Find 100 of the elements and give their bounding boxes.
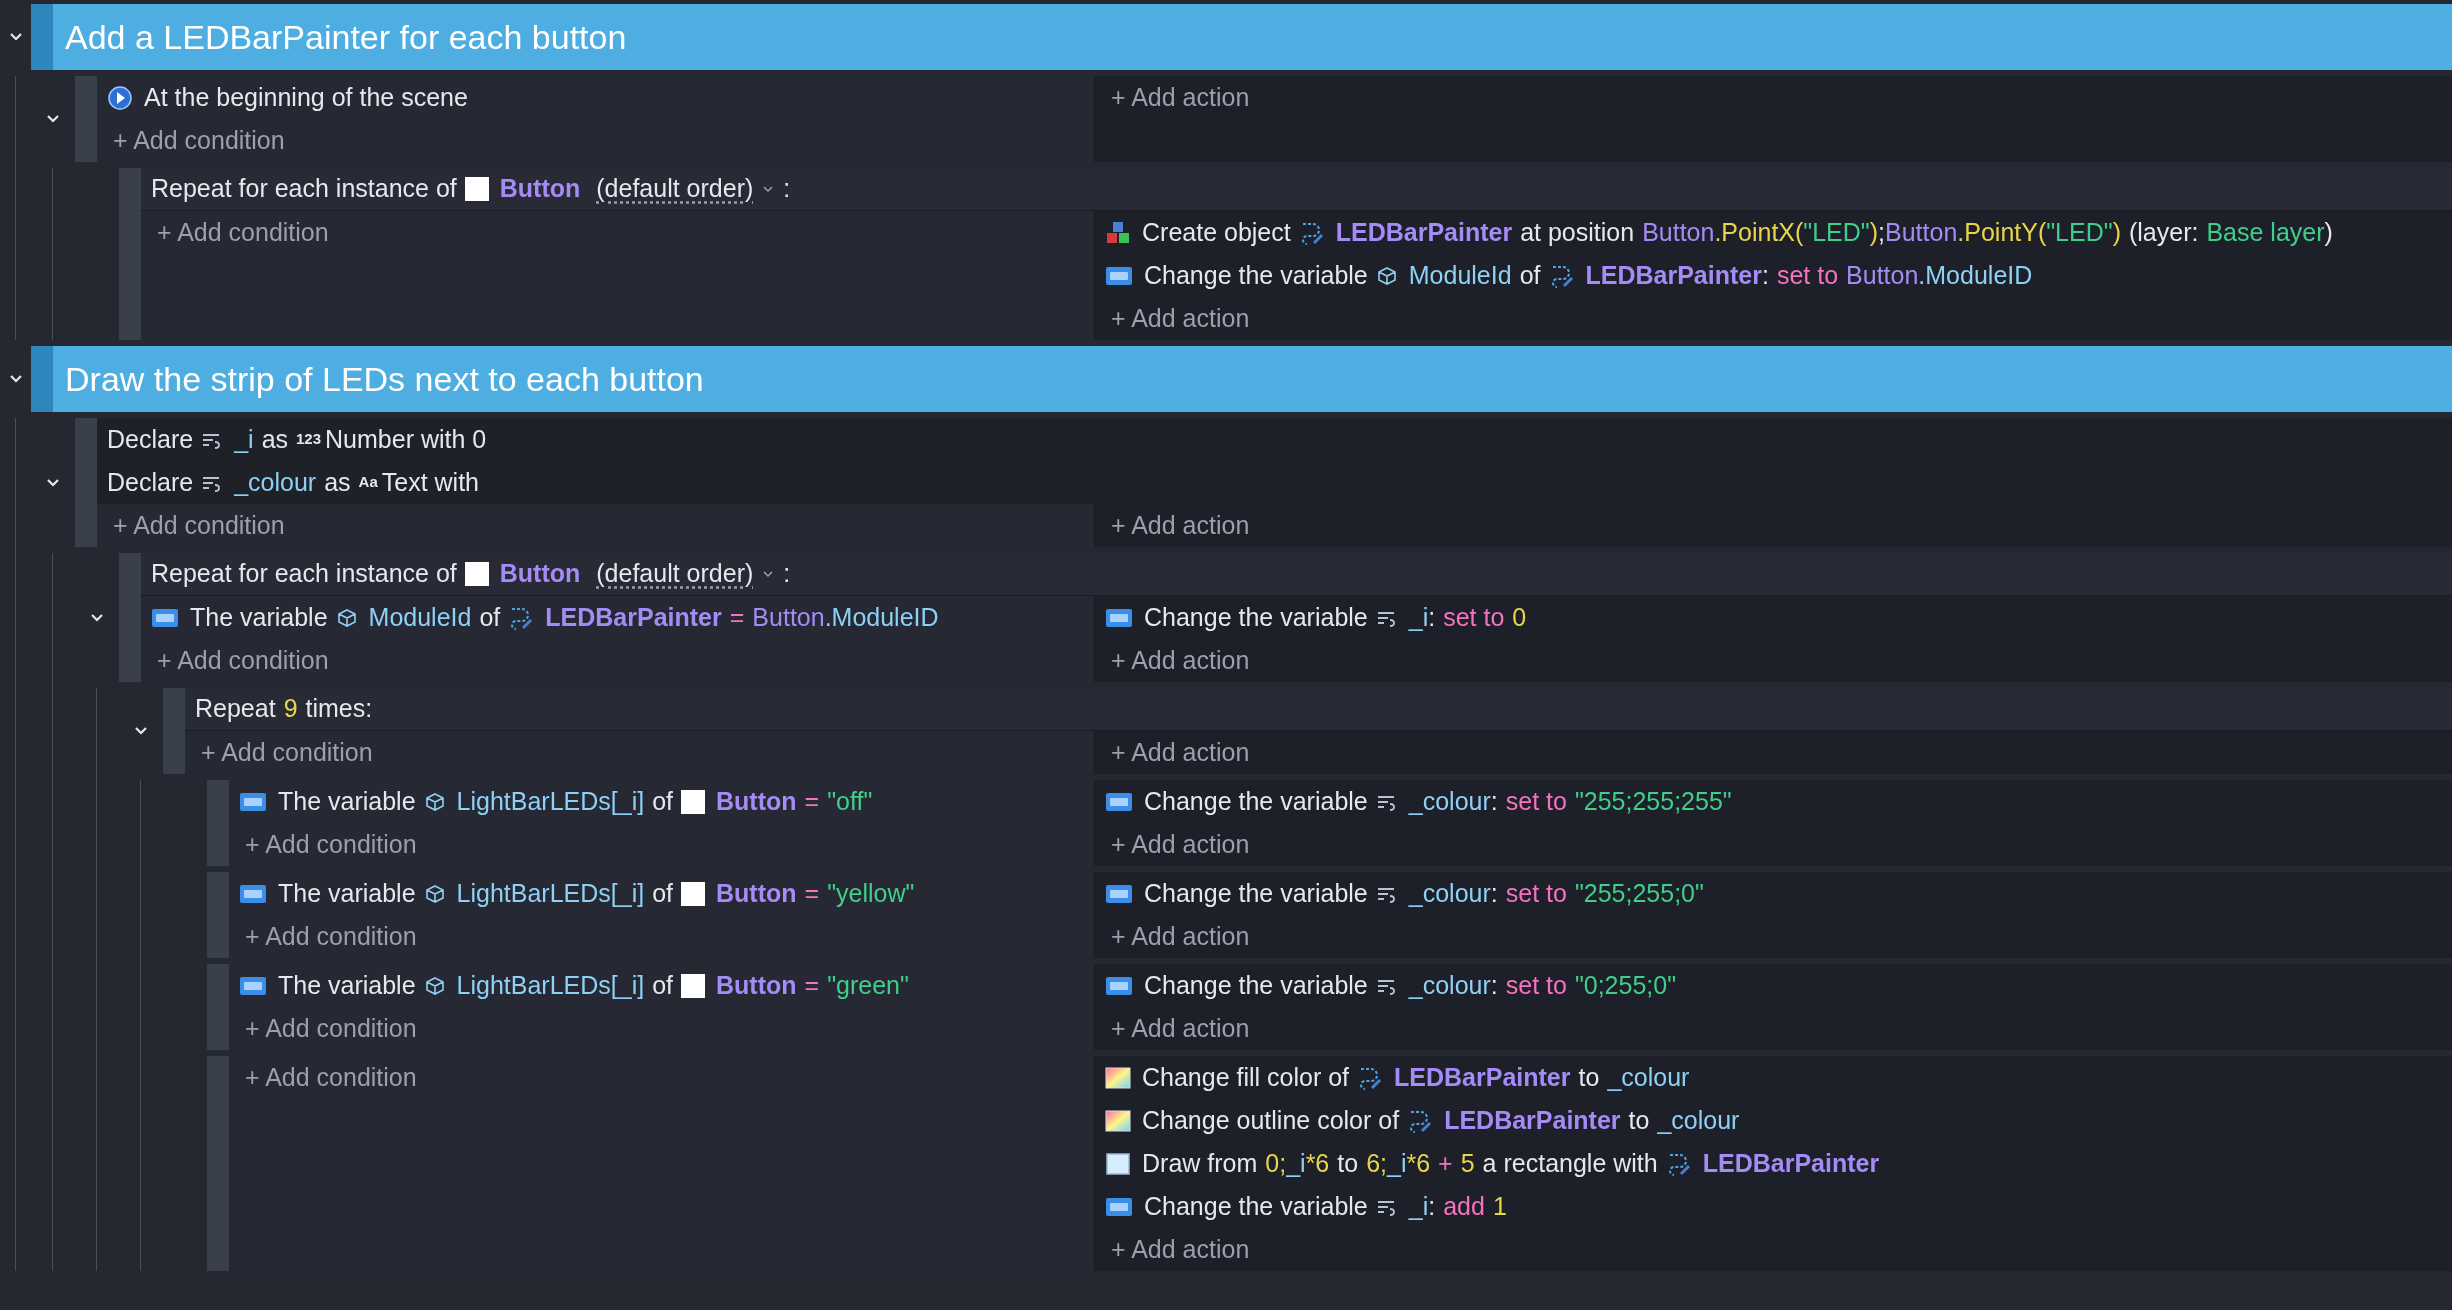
add-action-button[interactable]: + Add action [1105,639,2452,682]
type-label: Aa [358,472,378,493]
operator: set to [1505,969,1567,1001]
operator: set to [1776,259,1839,291]
expression: 6;_i*6 [1366,1147,1431,1179]
event-handle[interactable] [75,418,97,547]
object-name: LEDBarPainter [1335,216,1513,248]
add-action-button[interactable]: + Add action [1105,297,2452,340]
object-name: LEDBarPainter [1585,259,1762,291]
event-text: Change the variable [1144,877,1368,909]
event-handle[interactable] [207,964,229,1050]
event-handle[interactable] [207,1056,229,1271]
event-handle[interactable] [207,780,229,866]
object-name: Button [716,785,797,817]
event-handle[interactable] [119,553,141,682]
event-text: The variable [278,877,416,909]
string-value: Base layer [2206,216,2325,248]
event-handle[interactable] [119,168,141,340]
expression: Button.ModuleID [752,601,939,633]
add-condition-button[interactable]: + Add condition [239,1007,1094,1050]
variable-name: LightBarLEDs[_i] [456,969,645,1001]
event-handle[interactable] [75,76,97,162]
string-value: "yellow" [827,877,915,909]
order-link[interactable]: (default order) [596,170,754,208]
punctuation: : [1428,601,1436,633]
add-action-button[interactable]: + Add action [1105,915,2452,958]
add-action-button[interactable]: + Add action [1105,1007,2452,1050]
event-text: Change fill color of [1142,1061,1350,1093]
play-icon [107,84,133,111]
variable-name: _i [1408,1190,1429,1222]
event-text: times: [305,693,373,725]
gradient-icon [1105,1065,1131,1090]
event-text: to [1337,1147,1359,1179]
event-handle[interactable] [207,872,229,958]
object-name: LEDBarPainter [1444,1104,1621,1136]
add-action-button[interactable]: + Add action [1105,76,2452,119]
cube-icon [423,790,446,813]
event-text: Repeat [195,693,276,725]
operator: = [804,785,820,817]
cube-icon [423,974,446,997]
event-text: a rectangle with [1482,1147,1658,1179]
cube-icon [423,882,446,905]
string-value: "off" [827,785,873,817]
add-condition-button[interactable]: + Add condition [239,915,1094,958]
operator: + [1438,1147,1453,1179]
event-text: Declare [107,423,194,455]
order-link[interactable]: (default order) [596,555,754,593]
operator: set to [1443,601,1505,633]
event-text: to [1578,1061,1600,1093]
expression: Button.ModuleID [1846,259,2033,291]
add-condition-button[interactable]: + Add condition [151,211,1094,254]
number-value: 1 [1492,1190,1507,1222]
object-name: Button [716,877,797,909]
punctuation: : [1490,969,1498,1001]
variable-icon [1105,607,1133,628]
add-condition-button[interactable]: + Add condition [107,504,1094,547]
event-text: as [261,423,289,455]
event-text: : [783,173,791,205]
variable-name: _colour [1408,969,1491,1001]
number-value: 5 [1460,1147,1475,1179]
comment-strip [31,346,53,412]
add-condition-button[interactable]: + Add condition [239,1056,1094,1099]
event-text: as [324,466,351,498]
add-condition-button[interactable]: + Add condition [151,639,1094,682]
square-icon [681,973,706,998]
event-text: Change the variable [1144,785,1368,817]
punctuation: ) [2324,216,2333,248]
event-text: of [652,969,674,1001]
event-text: Draw from [1142,1147,1258,1179]
event-handle[interactable] [163,688,185,774]
variable-name: _colour [1657,1104,1740,1136]
add-condition-button[interactable]: + Add condition [239,823,1094,866]
event-text: at position [1520,216,1635,248]
punctuation: : [1761,259,1769,291]
event-text: Declare [107,466,194,498]
expression: 0;_i*6 [1265,1147,1330,1179]
add-condition-button[interactable]: + Add condition [195,731,1094,774]
string-value: "255;255;0" [1574,877,1704,909]
add-action-button[interactable]: + Add action [1105,823,2452,866]
square-icon [464,562,489,586]
type-label: 123 [296,429,322,450]
add-action-button[interactable]: + Add action [1105,504,2452,547]
variable-icon [1105,1196,1133,1217]
add-action-button[interactable]: + Add action [1105,731,2452,774]
add-action-button[interactable]: + Add action [1105,1228,2452,1271]
object-name: Button [716,969,797,1001]
event-text: of [652,877,674,909]
event-text: Repeat for each instance of [151,173,457,205]
variable-icon [239,975,267,996]
number-value: 0 [1512,601,1527,633]
operator: = [804,877,820,909]
blocks-icon [1105,219,1131,246]
event-text: (layer: [2128,216,2199,248]
punctuation: : [1490,877,1498,909]
variable-name: _colour [1408,877,1491,909]
event-text: Text with [381,466,479,498]
event-text: Change the variable [1144,601,1368,633]
event-text: At the beginning of the scene [144,81,468,113]
add-condition-button[interactable]: + Add condition [107,119,1094,162]
operator: = [804,969,820,1001]
